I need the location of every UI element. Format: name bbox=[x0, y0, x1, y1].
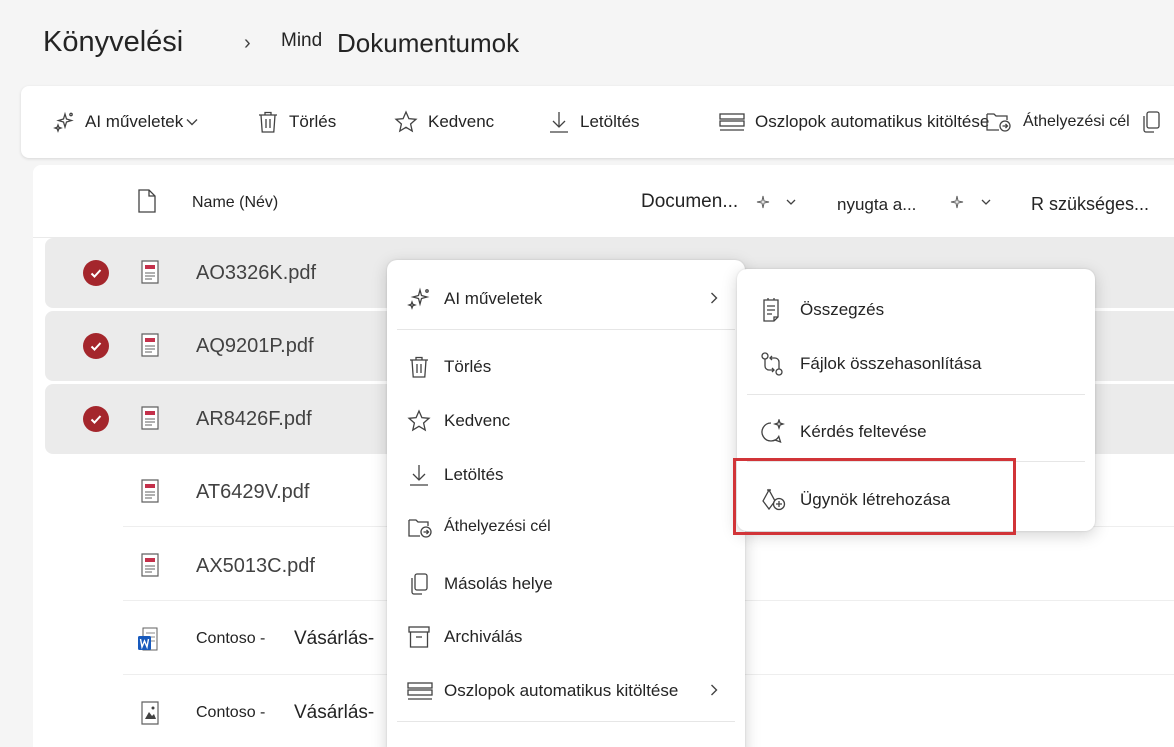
chevron-right-icon bbox=[711, 292, 718, 304]
site-title[interactable]: Könyvelési bbox=[43, 26, 183, 59]
favorite-button[interactable]: Kedvenc bbox=[394, 108, 494, 136]
file-name[interactable]: AQ9201P.pdf bbox=[196, 335, 314, 358]
delete-button[interactable]: Törlés bbox=[257, 108, 336, 136]
menu-divider bbox=[397, 721, 735, 722]
menu-label: Másolás helye bbox=[444, 574, 553, 593]
column-header-document[interactable]: Documen... bbox=[641, 191, 738, 213]
context-menu: AI műveletek Törlés Kedvenc Letöltés Áth… bbox=[387, 260, 745, 747]
chevron-right-icon bbox=[711, 684, 718, 696]
copy-icon bbox=[411, 573, 428, 595]
menu-item-delete[interactable]: Törlés bbox=[387, 345, 745, 389]
menu-label: AI műveletek bbox=[444, 289, 543, 308]
breadcrumb-prefix[interactable]: Mind bbox=[281, 30, 322, 52]
menu-item-archive[interactable]: Archiválás bbox=[387, 615, 745, 659]
folder-move-icon bbox=[986, 113, 1011, 132]
selected-check-icon[interactable] bbox=[83, 406, 109, 432]
file-name-part: Vásárlás- bbox=[294, 628, 375, 649]
menu-item-autofill-columns[interactable]: Oszlopok automatikus kitöltése bbox=[387, 669, 745, 713]
sparkle-icon bbox=[407, 287, 430, 310]
sparkle-icon bbox=[53, 111, 74, 133]
copy-icon bbox=[1143, 111, 1160, 133]
menu-item-move-to[interactable]: Áthelyezési cél bbox=[387, 506, 745, 550]
menu-item-ai-actions[interactable]: AI műveletek bbox=[387, 277, 745, 321]
ai-actions-label: AI műveletek bbox=[85, 112, 184, 131]
menu-item-download[interactable]: Letöltés bbox=[387, 453, 745, 497]
menu-label: Oszlopok automatikus kitöltése bbox=[444, 681, 679, 700]
columns-icon bbox=[719, 113, 745, 131]
file-name-part: Contoso - bbox=[196, 704, 266, 721]
column-header-required[interactable]: R szükséges... bbox=[1031, 194, 1149, 215]
pdf-file-icon bbox=[141, 553, 159, 577]
file-name[interactable]: Contoso - Vásárlás- bbox=[196, 702, 374, 723]
chevron-down-icon bbox=[186, 119, 198, 126]
menu-label: Kedvenc bbox=[444, 411, 511, 430]
callout-highlight bbox=[733, 458, 1016, 535]
selected-check-icon[interactable] bbox=[83, 260, 109, 286]
submenu-item-ask-question[interactable]: Kérdés feltevése bbox=[737, 407, 1095, 455]
download-icon bbox=[410, 465, 428, 486]
list-header: Name (Név) Documen... nyugta a... R szük… bbox=[33, 165, 1174, 238]
trash-icon bbox=[410, 356, 428, 378]
library-title[interactable]: Dokumentumok bbox=[337, 28, 519, 59]
star-icon bbox=[394, 110, 418, 133]
column-chevron-down-icon[interactable] bbox=[785, 196, 797, 208]
word-file-icon bbox=[138, 627, 158, 651]
submenu-item-compare-files[interactable]: Fájlok összehasonlítása bbox=[737, 339, 1095, 387]
favorite-label: Kedvenc bbox=[428, 112, 495, 131]
move-to-label: Áthelyezési cél bbox=[1023, 113, 1130, 130]
column-chevron-down-icon[interactable] bbox=[980, 196, 992, 208]
pdf-file-icon bbox=[141, 406, 159, 430]
column-header-receipt[interactable]: nyugta a... bbox=[837, 195, 916, 215]
pdf-file-icon bbox=[141, 479, 159, 503]
menu-divider bbox=[397, 329, 735, 330]
ai-actions-button[interactable]: AI műveletek bbox=[53, 108, 199, 136]
menu-item-copy-to[interactable]: Másolás helye bbox=[387, 562, 745, 606]
menu-label: Törlés bbox=[444, 357, 492, 376]
breadcrumb-separator: › bbox=[244, 32, 251, 54]
file-name[interactable]: AX5013C.pdf bbox=[196, 555, 315, 578]
column-header-name[interactable]: Name (Név) bbox=[192, 194, 278, 212]
autofill-columns-label: Oszlopok automatikus kitöltése bbox=[755, 112, 990, 131]
submenu-label: Fájlok összehasonlítása bbox=[800, 354, 982, 373]
compare-icon bbox=[761, 352, 783, 376]
file-name[interactable]: Contoso - Vásárlás- bbox=[196, 628, 374, 649]
chat-sparkle-icon bbox=[761, 419, 785, 444]
folder-move-icon bbox=[408, 519, 432, 538]
ai-column-sparkle-icon bbox=[756, 195, 770, 209]
archive-icon bbox=[408, 626, 430, 648]
columns-icon bbox=[407, 682, 433, 700]
summary-document-icon bbox=[763, 298, 779, 322]
download-label: Letöltés bbox=[580, 112, 640, 131]
page-header: Könyvelési › Mind Dokumentumok bbox=[0, 0, 1174, 86]
submenu-label: Összegzés bbox=[800, 300, 885, 319]
download-icon bbox=[550, 112, 568, 133]
file-name[interactable]: AR8426F.pdf bbox=[196, 408, 312, 431]
selected-check-icon[interactable] bbox=[83, 333, 109, 359]
trash-icon bbox=[259, 111, 277, 133]
pdf-file-icon bbox=[141, 333, 159, 357]
menu-item-favorite[interactable]: Kedvenc bbox=[387, 399, 745, 443]
file-name-part: Vásárlás- bbox=[294, 702, 375, 723]
submenu-label: Kérdés feltevése bbox=[800, 422, 927, 441]
download-button[interactable]: Letöltés bbox=[548, 108, 640, 136]
pdf-file-icon bbox=[141, 260, 159, 284]
file-type-header-icon[interactable] bbox=[137, 189, 157, 213]
menu-label: Archiválás bbox=[444, 627, 523, 646]
file-name[interactable]: AT6429V.pdf bbox=[196, 481, 309, 504]
menu-label: Letöltés bbox=[444, 465, 504, 484]
star-icon bbox=[407, 409, 431, 432]
image-file-icon bbox=[141, 701, 159, 725]
move-to-button[interactable]: Áthelyezési cél bbox=[983, 108, 1162, 136]
submenu-divider bbox=[747, 394, 1085, 395]
delete-label: Törlés bbox=[289, 112, 337, 131]
ai-column-sparkle-icon bbox=[950, 195, 964, 209]
autofill-columns-button[interactable]: Oszlopok automatikus kitöltése bbox=[719, 108, 989, 136]
menu-label: Áthelyezési cél bbox=[444, 518, 551, 535]
file-name-part: Contoso - bbox=[196, 630, 266, 647]
command-bar: AI műveletek Törlés Kedvenc Letöltés Osz… bbox=[21, 86, 1174, 158]
file-name[interactable]: AO3326K.pdf bbox=[196, 262, 316, 285]
submenu-item-summarize[interactable]: Összegzés bbox=[737, 285, 1095, 333]
